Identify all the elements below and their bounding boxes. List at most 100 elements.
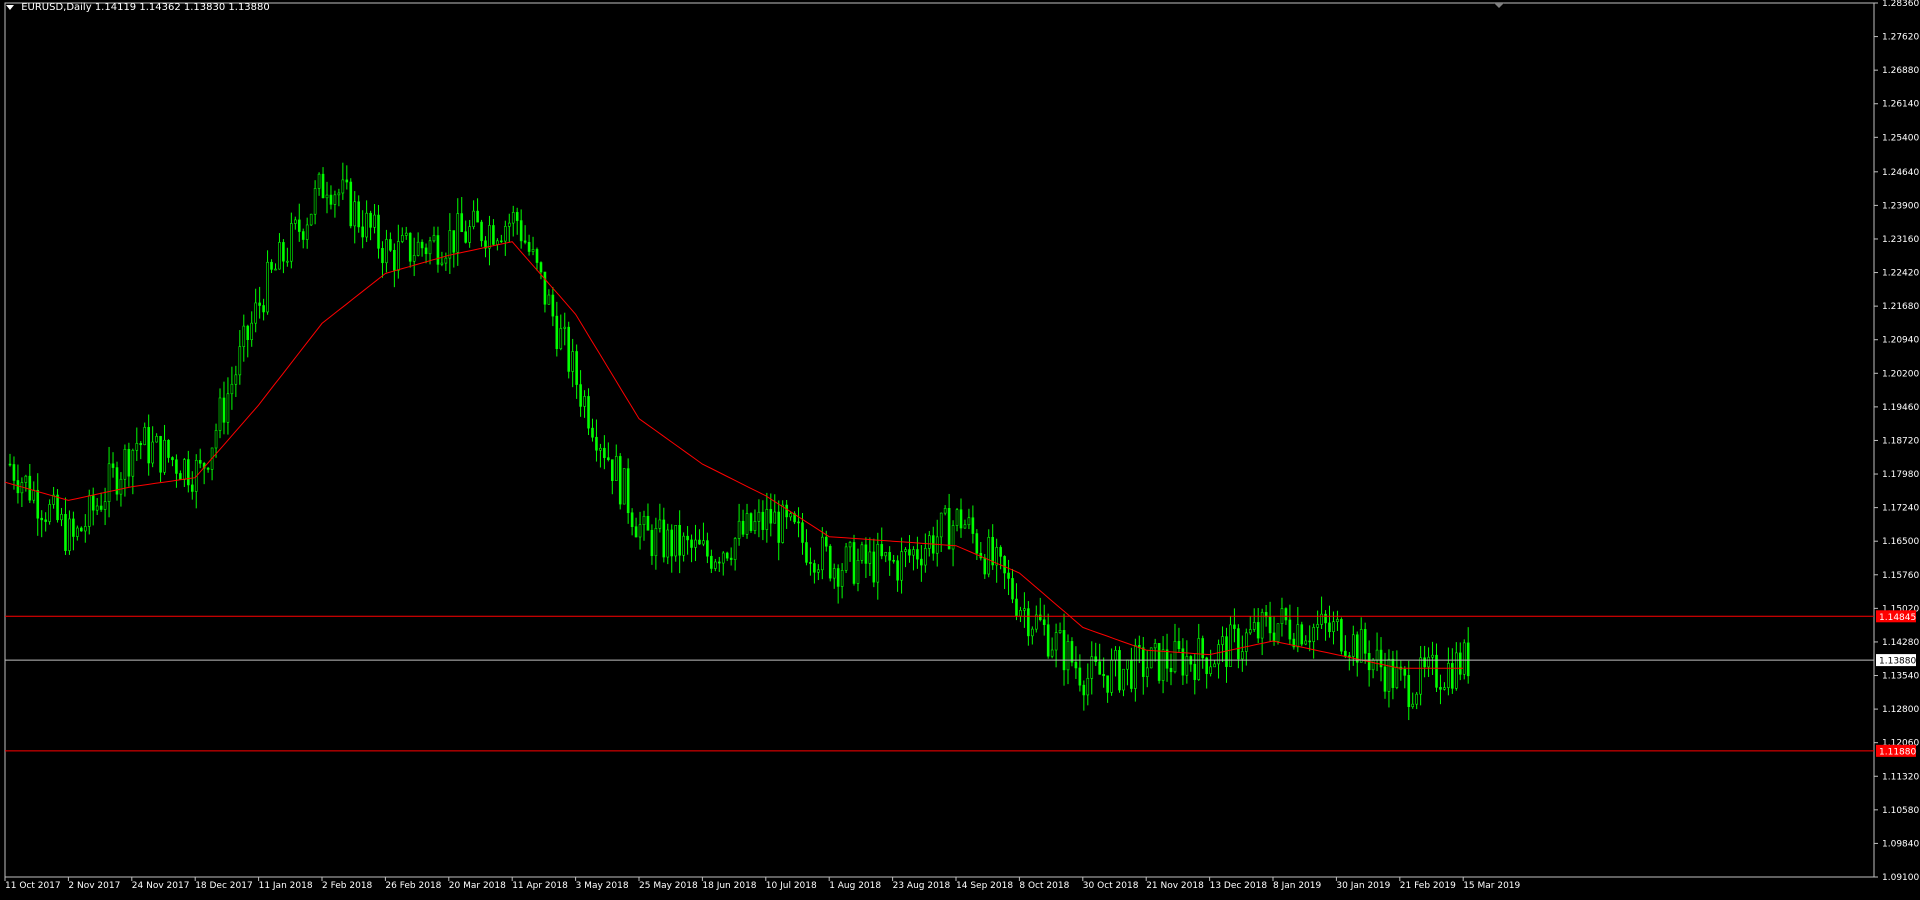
level-price-tag-label: 1.11880 [1879, 747, 1916, 757]
candle-body [1407, 675, 1411, 708]
candle-body [1173, 640, 1177, 673]
x-tick-label: 30 Oct 2018 [1083, 881, 1139, 891]
candle-body [904, 549, 907, 552]
x-tick-label: 10 Jul 2018 [766, 881, 817, 891]
candle-body [393, 250, 396, 271]
candle-body [1245, 632, 1248, 652]
candle-body [1458, 652, 1462, 675]
candle-body [1102, 674, 1105, 677]
candle-body [733, 538, 737, 560]
x-tick-label: 20 Mar 2018 [449, 881, 506, 891]
candle-body [488, 225, 491, 249]
symbol-label: EURUSD,Daily [21, 2, 92, 13]
candle-body [785, 504, 788, 518]
candle-body [587, 396, 590, 429]
candle-body [333, 194, 337, 205]
bid-price-tag-label: 1.13880 [1879, 657, 1916, 667]
candle-body [1248, 629, 1252, 634]
x-tick-label: 24 Nov 2017 [132, 881, 190, 891]
candle-body [36, 489, 40, 519]
candle-body [702, 540, 705, 545]
candle-body [797, 521, 800, 524]
candle-body [757, 511, 761, 522]
candle-body [424, 247, 428, 255]
candle-body [967, 517, 971, 526]
y-tick-label: 1.26140 [1882, 100, 1919, 110]
candle-body [567, 326, 571, 372]
candle-body [1423, 657, 1426, 668]
candle-body [1027, 608, 1030, 637]
candle-body [151, 441, 154, 464]
candle-body [40, 517, 44, 521]
candle-body [361, 226, 364, 238]
candle-body [32, 489, 36, 501]
candle-body [523, 240, 527, 243]
candle-body [781, 504, 784, 543]
candle-body [1098, 661, 1101, 675]
candle-body [1427, 656, 1430, 668]
candle-body [99, 505, 103, 510]
candle-body [872, 551, 876, 583]
symbol-menu-caret-icon[interactable] [6, 5, 14, 10]
candle-body [1130, 659, 1133, 689]
price-chart[interactable]: 1.28360 1.27620 1.26880 1.26140 1.25400 1.246… [0, 0, 1920, 900]
y-tick-label: 1.26880 [1882, 66, 1919, 76]
candle-body [349, 181, 353, 227]
candle-body [920, 558, 923, 566]
y-tick-label: 1.16500 [1882, 537, 1919, 547]
candle-body [892, 559, 895, 562]
candle-body [916, 549, 919, 560]
candle-body [1161, 649, 1165, 681]
candle-body [1153, 643, 1157, 649]
y-tick-label: 1.20200 [1882, 369, 1919, 379]
candle-body [563, 326, 567, 329]
candle-body [908, 549, 911, 556]
candle-body [1118, 650, 1121, 691]
candle-body [290, 223, 293, 262]
candle-body [254, 302, 257, 324]
candle-body [1197, 638, 1201, 680]
candle-body [305, 224, 309, 240]
candle-body [595, 436, 598, 451]
candle-body [943, 508, 947, 514]
candle-body [1034, 614, 1038, 630]
candle-body [686, 535, 689, 541]
candle-body [963, 524, 967, 529]
y-tick-label: 1.27620 [1882, 33, 1919, 43]
candle-body [60, 514, 63, 521]
candle-body [674, 525, 678, 557]
candle-body [309, 213, 313, 226]
candle-body [1114, 650, 1117, 661]
candle-body [389, 239, 392, 251]
candle-body [753, 521, 757, 531]
candle-body [1411, 703, 1415, 708]
candle-body [690, 539, 693, 548]
candle-body [507, 222, 511, 227]
y-tick-label: 1.23160 [1882, 235, 1919, 245]
candle-body [404, 232, 408, 236]
candle-body [1082, 684, 1086, 696]
x-tick-label: 30 Jan 2019 [1336, 881, 1390, 891]
candle-body [206, 467, 210, 470]
candle-body [286, 260, 289, 263]
candle-body [377, 214, 380, 249]
candle-body [591, 427, 594, 438]
candle-body [836, 568, 840, 587]
candle-body [983, 557, 987, 575]
candle-body [198, 460, 202, 464]
candle-body [1058, 630, 1062, 633]
candle-body [658, 519, 662, 529]
candle-body [1015, 598, 1018, 617]
candle-body [187, 459, 190, 486]
candle-body [131, 449, 135, 477]
candle-body [531, 249, 535, 252]
candle-body [824, 536, 828, 547]
candle-body [642, 515, 646, 525]
candle-body [262, 305, 265, 313]
candle-body [1165, 649, 1169, 669]
y-tick-label: 1.10580 [1882, 806, 1919, 816]
candle-body [1141, 647, 1145, 677]
candle-body [995, 547, 998, 566]
candle-body [321, 173, 325, 199]
candle-body [749, 513, 753, 531]
